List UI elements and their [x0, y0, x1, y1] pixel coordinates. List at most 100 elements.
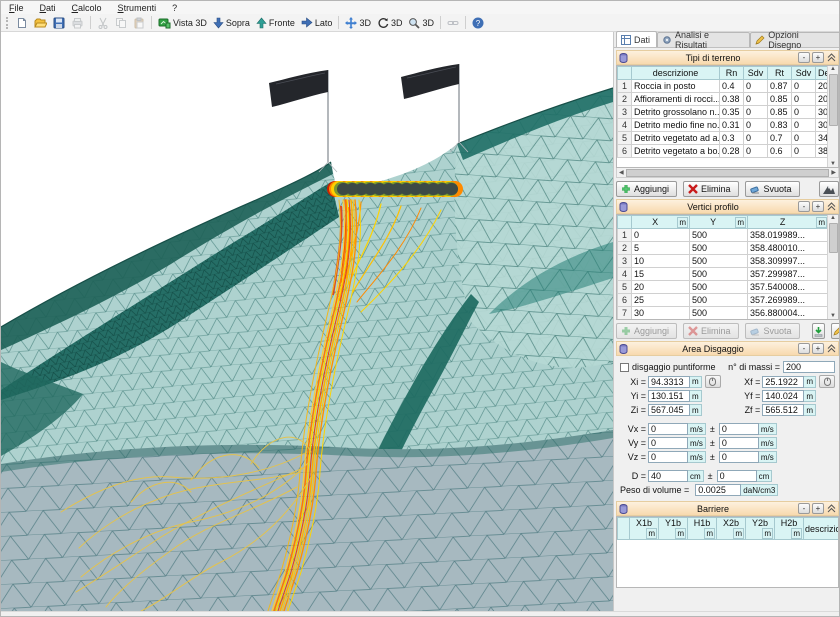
zi-input[interactable]: 567.045 — [648, 404, 690, 416]
clear-vertices-button[interactable]: Svuota — [745, 323, 800, 339]
table-cell[interactable]: Detrito vegetato a bo... — [632, 145, 720, 158]
expand-plus-button[interactable]: + — [812, 201, 824, 212]
table-cell[interactable]: 20 — [632, 281, 690, 294]
column-y1b[interactable]: Y1bm — [659, 518, 688, 540]
table-row[interactable]: 520500357.540008... — [618, 281, 829, 294]
open-file-button[interactable] — [31, 15, 50, 31]
table-row[interactable]: 415500357.299987... — [618, 268, 829, 281]
table-cell[interactable]: 0 — [792, 119, 816, 132]
column-descrizione[interactable]: descrizio — [804, 518, 840, 540]
save-button[interactable] — [50, 15, 68, 31]
unit-weight-input[interactable]: 0.0025 — [695, 484, 741, 496]
pick-final-point-button[interactable] — [819, 375, 835, 388]
column-x[interactable]: Xm — [632, 216, 690, 229]
column-rt[interactable]: Rt — [768, 67, 792, 80]
table-cell[interactable]: 357.540008... — [748, 281, 829, 294]
column-x2b[interactable]: X2bm — [717, 518, 746, 540]
table-cell[interactable]: 0.85 — [768, 106, 792, 119]
expand-plus-button[interactable]: + — [812, 343, 824, 354]
add-vertex-button[interactable]: Aggiungi — [616, 323, 677, 339]
table-cell[interactable]: 0.28 — [720, 145, 744, 158]
table-cell[interactable]: Detrito grossolano n... — [632, 106, 720, 119]
table-cell[interactable]: 0 — [632, 229, 690, 242]
table-cell[interactable]: Detrito medio fine no... — [632, 119, 720, 132]
vy-input[interactable]: 0 — [648, 437, 688, 449]
vertices-table-vscrollbar[interactable]: ▲▼ — [827, 215, 838, 319]
column-x1b[interactable]: X1bm — [630, 518, 659, 540]
zf-input[interactable]: 565.512 — [762, 404, 804, 416]
area-header[interactable]: Area Disgaggio - + — [616, 341, 839, 356]
table-row[interactable]: 10500358.019989... — [618, 229, 829, 242]
vertices-header[interactable]: Vertici profilo - + — [616, 199, 839, 214]
table-cell[interactable]: 0.83 — [768, 119, 792, 132]
table-cell[interactable]: 0 — [744, 145, 768, 158]
table-cell[interactable]: 6 — [618, 294, 632, 307]
xf-input[interactable]: 25.1922 — [762, 376, 804, 388]
rotate-3d-button[interactable]: 3D — [374, 15, 406, 31]
table-cell[interactable]: 5 — [632, 242, 690, 255]
terrain-table-vscrollbar[interactable]: ▲▼ — [827, 66, 838, 167]
delete-terrain-button[interactable]: Elimina — [683, 181, 739, 197]
table-cell[interactable]: 0 — [792, 80, 816, 93]
table-cell[interactable]: 500 — [690, 229, 748, 242]
masses-count-input[interactable]: 200 — [783, 361, 835, 373]
table-cell[interactable]: 0.38 — [720, 93, 744, 106]
table-cell[interactable]: 0.6 — [768, 145, 792, 158]
table-cell[interactable]: 500 — [690, 242, 748, 255]
table-cell[interactable]: 0.31 — [720, 119, 744, 132]
table-cell[interactable]: 3 — [618, 255, 632, 268]
pan-3d-button[interactable]: 3D — [342, 15, 374, 31]
table-cell[interactable]: Affioramenti di rocci... — [632, 93, 720, 106]
collapse-chevron-icon[interactable] — [827, 344, 836, 353]
menu-file[interactable]: File — [1, 3, 32, 13]
table-cell[interactable]: 0.35 — [720, 106, 744, 119]
terrain-table-hscrollbar[interactable]: ◀▶ — [616, 168, 839, 178]
table-cell[interactable]: 0 — [792, 93, 816, 106]
tab-opzioni-disegno[interactable]: Opzioni Disegno — [750, 32, 840, 47]
fronte-view-button[interactable]: Fronte — [253, 15, 298, 31]
table-row[interactable]: 625500357.269989... — [618, 294, 829, 307]
diameter-input[interactable]: 40 — [648, 470, 688, 482]
vz-input[interactable]: 0 — [648, 451, 688, 463]
vx-input[interactable]: 0 — [648, 423, 688, 435]
table-cell[interactable]: 0.3 — [720, 132, 744, 145]
copy-button[interactable] — [112, 15, 130, 31]
table-row[interactable]: 310500358.309997... — [618, 255, 829, 268]
table-cell[interactable]: 357.299987... — [748, 268, 829, 281]
table-cell[interactable]: 1 — [618, 229, 632, 242]
column-h1b[interactable]: H1bm — [688, 518, 717, 540]
table-cell[interactable]: 0 — [744, 93, 768, 106]
expand-plus-button[interactable]: + — [812, 503, 824, 514]
table-cell[interactable]: 0.4 — [720, 80, 744, 93]
table-row[interactable]: 2Affioramenti di rocci...0.3800.85020C — [618, 93, 840, 106]
yi-input[interactable]: 130.151 — [648, 390, 690, 402]
table-cell[interactable]: 0.7 — [768, 132, 792, 145]
table-cell[interactable]: 500 — [690, 255, 748, 268]
collapse-minus-button[interactable]: - — [798, 201, 810, 212]
table-cell[interactable]: 500 — [690, 294, 748, 307]
new-file-button[interactable] — [13, 15, 31, 31]
table-row[interactable]: 6Detrito vegetato a bo...0.2800.6038C — [618, 145, 840, 158]
table-row[interactable]: 25500358.480010... — [618, 242, 829, 255]
table-cell[interactable]: 25 — [632, 294, 690, 307]
collapse-chevron-icon[interactable] — [827, 202, 836, 211]
pointwise-release-checkbox[interactable] — [620, 363, 629, 372]
vx-dev-input[interactable]: 0 — [719, 423, 759, 435]
vy-dev-input[interactable]: 0 — [719, 437, 759, 449]
collapse-minus-button[interactable]: - — [798, 52, 810, 63]
edit-vertices-button[interactable] — [831, 323, 840, 339]
table-cell[interactable]: 15 — [632, 268, 690, 281]
table-cell[interactable]: 500 — [690, 268, 748, 281]
vz-dev-input[interactable]: 0 — [719, 451, 759, 463]
table-cell[interactable]: 2 — [618, 242, 632, 255]
table-cell[interactable]: 357.269989... — [748, 294, 829, 307]
expand-plus-button[interactable]: + — [812, 52, 824, 63]
table-cell[interactable]: 358.019989... — [748, 229, 829, 242]
vista-3d-button[interactable]: Vista 3D — [155, 15, 210, 31]
pick-initial-point-button[interactable] — [705, 375, 721, 388]
import-vertices-button[interactable] — [812, 323, 825, 339]
zoom-3d-button[interactable]: 3D — [405, 15, 437, 31]
sopra-view-button[interactable]: Sopra — [210, 15, 253, 31]
barriers-header[interactable]: Barriere - + — [616, 501, 839, 516]
paste-button[interactable] — [130, 15, 148, 31]
